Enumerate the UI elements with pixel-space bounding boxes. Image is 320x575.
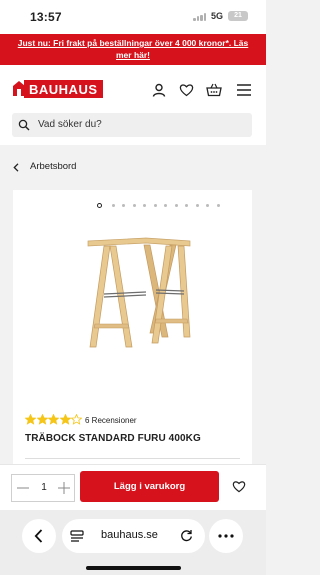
gallery-dot[interactable] bbox=[185, 204, 188, 207]
buy-bar: 1 Lägg i varukorg bbox=[0, 464, 266, 510]
breadcrumb[interactable]: Arbetsbord bbox=[0, 155, 266, 179]
product-image bbox=[87, 237, 191, 348]
star-empty-icon bbox=[71, 414, 82, 425]
gallery-dot[interactable] bbox=[174, 204, 178, 207]
gallery-dot[interactable] bbox=[132, 204, 136, 207]
gallery-dot[interactable] bbox=[122, 204, 125, 207]
reviews-count: 6 Recensioner bbox=[85, 416, 137, 425]
plus-icon[interactable] bbox=[57, 481, 71, 495]
basket-icon[interactable] bbox=[206, 83, 222, 97]
menu-icon[interactable] bbox=[236, 83, 252, 97]
search-placeholder: Vad söker du? bbox=[38, 119, 102, 130]
star-filled-icon bbox=[48, 414, 59, 425]
promo-banner[interactable]: Just nu: Fri frakt på beställningar över… bbox=[0, 34, 266, 65]
gallery-dot[interactable] bbox=[164, 204, 167, 207]
quantity-value[interactable]: 1 bbox=[36, 482, 52, 493]
more-icon bbox=[218, 534, 234, 538]
browser-toolbar: bauhaus.se bbox=[0, 510, 266, 575]
chevron-left-icon bbox=[34, 529, 43, 543]
heart-icon[interactable] bbox=[179, 83, 194, 97]
breadcrumb-label: Arbetsbord bbox=[30, 161, 77, 172]
add-to-cart-button[interactable]: Lägg i varukorg bbox=[80, 471, 219, 502]
url-domain: bauhaus.se bbox=[101, 529, 158, 541]
battery-level: 21 bbox=[234, 12, 242, 19]
star-filled-icon bbox=[59, 414, 71, 425]
tabs-icon bbox=[70, 530, 84, 542]
star-filled-icon bbox=[25, 414, 36, 425]
product-title: TRÄBOCK STANDARD FURU 400KG bbox=[25, 433, 201, 444]
gallery-dot[interactable] bbox=[111, 204, 115, 207]
search-bar-area: Vad söker du? bbox=[0, 113, 266, 145]
gallery-dot[interactable] bbox=[206, 204, 209, 207]
wishlist-heart-icon[interactable] bbox=[232, 480, 246, 493]
status-bar: 13:57 5G 21 bbox=[0, 0, 266, 34]
quantity-stepper: 1 bbox=[11, 474, 75, 502]
gallery-dot[interactable] bbox=[216, 204, 220, 207]
minus-icon[interactable] bbox=[16, 481, 30, 495]
logo-text: BAUHAUS bbox=[24, 80, 103, 98]
promo-text: Just nu: Fri frakt på beställningar över… bbox=[17, 38, 249, 60]
address-bar[interactable]: bauhaus.se bbox=[62, 519, 205, 553]
battery-icon: 21 bbox=[228, 11, 248, 21]
chevron-left-icon bbox=[13, 163, 19, 172]
home-indicator bbox=[86, 566, 181, 570]
star-filled-icon bbox=[36, 414, 48, 425]
status-time: 13:57 bbox=[30, 10, 62, 24]
browser-back-button[interactable] bbox=[22, 519, 56, 553]
bauhaus-logo[interactable]: BAUHAUS bbox=[12, 80, 122, 98]
browser-more-button[interactable] bbox=[209, 519, 243, 553]
signal-icon bbox=[193, 13, 207, 21]
site-header: BAUHAUS bbox=[0, 65, 266, 113]
gallery-dot[interactable] bbox=[97, 203, 102, 208]
gallery-dot[interactable] bbox=[143, 204, 146, 207]
gallery-dot[interactable] bbox=[195, 204, 199, 207]
network-label: 5G bbox=[211, 11, 224, 21]
gallery-dot[interactable] bbox=[153, 204, 157, 207]
gallery-pagination[interactable] bbox=[97, 203, 227, 209]
search-icon bbox=[18, 119, 30, 131]
divider bbox=[25, 458, 240, 459]
search-input[interactable]: Vad söker du? bbox=[12, 113, 252, 137]
reload-icon[interactable] bbox=[180, 529, 193, 542]
user-icon[interactable] bbox=[152, 83, 166, 97]
